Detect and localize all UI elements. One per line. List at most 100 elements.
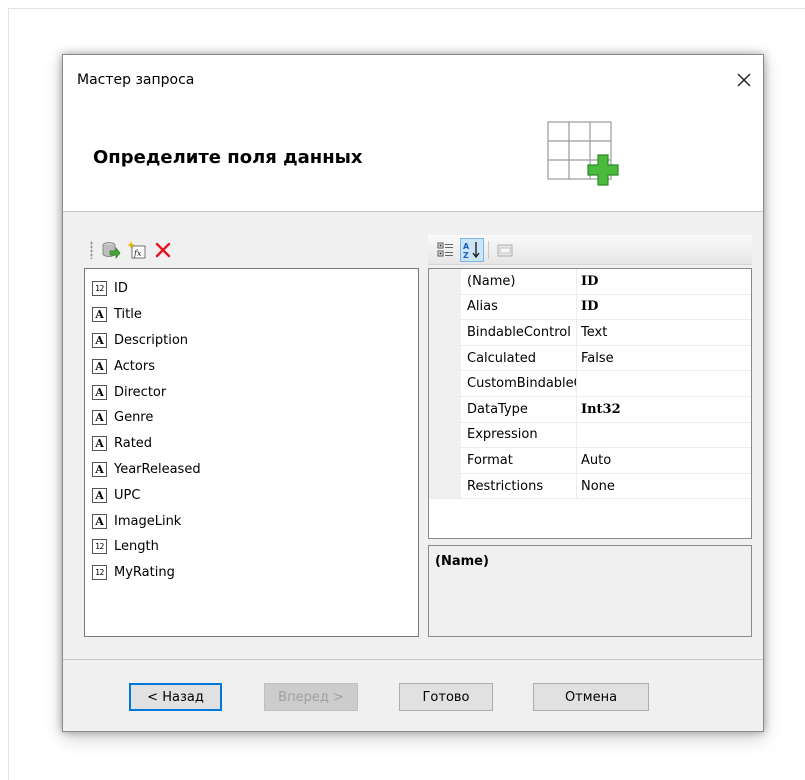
- property-value[interactable]: Auto: [577, 448, 751, 473]
- text-type-icon: A: [92, 358, 107, 374]
- property-row[interactable]: (Name) ID: [429, 269, 751, 295]
- back-button[interactable]: < Назад: [129, 683, 222, 711]
- add-field-button[interactable]: [99, 238, 123, 262]
- svg-text:fx: fx: [133, 249, 142, 258]
- table-add-icon: [547, 121, 619, 186]
- property-name: (Name): [461, 269, 577, 294]
- text-type-icon: A: [92, 410, 107, 426]
- categorized-button[interactable]: [434, 238, 458, 262]
- property-value[interactable]: Text: [577, 320, 751, 345]
- property-value[interactable]: ID: [577, 269, 751, 294]
- property-pages-icon: [497, 244, 513, 256]
- numeric-type-icon: 12: [92, 281, 107, 297]
- text-type-icon: A: [92, 436, 107, 452]
- property-row[interactable]: BindableControl Text: [429, 320, 751, 346]
- field-name: Genre: [114, 410, 154, 426]
- list-item[interactable]: A Rated: [85, 431, 418, 457]
- property-name: Calculated: [461, 345, 577, 371]
- add-calculated-field-button[interactable]: fx: [125, 238, 149, 262]
- property-value[interactable]: [577, 423, 751, 448]
- property-grid[interactable]: (Name) ID Alias ID BindableControl Text Calcul…: [428, 268, 752, 539]
- property-name: Restrictions: [461, 473, 577, 499]
- text-type-icon: A: [92, 513, 107, 529]
- property-value[interactable]: [577, 371, 751, 396]
- field-name: Actors: [114, 358, 155, 374]
- toolbar-grip: [90, 241, 93, 259]
- list-item[interactable]: A UPC: [85, 482, 418, 508]
- property-row[interactable]: Alias ID: [429, 294, 751, 321]
- property-value[interactable]: ID: [577, 295, 751, 320]
- property-row-gutter: [429, 320, 461, 345]
- list-item[interactable]: A ImageLink: [85, 508, 418, 534]
- text-type-icon: A: [92, 487, 107, 503]
- property-row-gutter: [429, 345, 461, 371]
- list-item[interactable]: A Description: [85, 328, 418, 354]
- property-row-gutter: [429, 371, 461, 396]
- property-description-pane: (Name): [428, 545, 752, 637]
- text-type-icon: A: [92, 332, 107, 348]
- property-name: DataType: [461, 396, 577, 422]
- numeric-type-icon: 12: [92, 539, 107, 555]
- property-name: Format: [461, 448, 577, 473]
- alphabetical-sort-icon: A Z: [463, 241, 480, 260]
- alphabetical-button[interactable]: A Z: [460, 237, 484, 262]
- numeric-type-icon: 12: [92, 565, 107, 581]
- dialog-title: Мастер запроса: [77, 72, 195, 88]
- field-name: Title: [114, 307, 142, 323]
- svg-text:A: A: [463, 242, 470, 251]
- property-name: CustomBindableControl: [461, 371, 577, 396]
- field-name: Description: [114, 332, 189, 348]
- text-type-icon: A: [92, 384, 107, 400]
- add-calculated-field-icon: fx: [127, 241, 146, 259]
- field-name: Length: [114, 539, 159, 555]
- property-value[interactable]: None: [577, 474, 751, 499]
- cancel-button[interactable]: Отмена: [533, 683, 649, 711]
- text-type-icon: A: [92, 307, 107, 323]
- field-name: ImageLink: [114, 513, 182, 529]
- property-pages-button[interactable]: [493, 238, 517, 262]
- property-value[interactable]: False: [577, 346, 751, 371]
- property-row-gutter: [429, 269, 461, 294]
- property-grid-toolbar: A Z: [428, 235, 752, 265]
- property-row-gutter: [429, 473, 461, 499]
- property-row[interactable]: DataType Int32: [429, 396, 751, 423]
- property-row[interactable]: Expression: [429, 422, 751, 449]
- close-icon: [737, 73, 751, 87]
- delete-field-button[interactable]: [151, 238, 175, 262]
- close-button[interactable]: [731, 67, 757, 93]
- list-item[interactable]: A Title: [85, 302, 418, 328]
- query-wizard-dialog: Мастер запроса Определите поля данных fx…: [62, 54, 764, 732]
- field-name: Director: [114, 384, 167, 400]
- property-row[interactable]: Format Auto: [429, 448, 751, 474]
- list-item[interactable]: A Actors: [85, 353, 418, 379]
- list-item[interactable]: 12 Length: [85, 534, 418, 560]
- toolbar-separator: [488, 240, 489, 259]
- field-name: MyRating: [114, 565, 175, 581]
- text-type-icon: A: [92, 461, 107, 477]
- page-title: Определите поля данных: [93, 147, 363, 168]
- svg-text:Z: Z: [463, 251, 469, 260]
- add-field-icon: [102, 242, 121, 259]
- property-name: Expression: [461, 422, 577, 448]
- property-row[interactable]: CustomBindableControl: [429, 371, 751, 397]
- property-description-title: (Name): [435, 554, 489, 569]
- field-name: YearReleased: [114, 461, 201, 477]
- list-item[interactable]: A YearReleased: [85, 457, 418, 483]
- property-name: Alias: [461, 294, 577, 320]
- list-item[interactable]: A Genre: [85, 405, 418, 431]
- property-row-gutter: [429, 422, 461, 448]
- property-row-gutter: [429, 396, 461, 422]
- property-row[interactable]: Calculated False: [429, 345, 751, 372]
- field-name: Rated: [114, 436, 153, 452]
- property-name: BindableControl: [461, 320, 577, 345]
- fields-list[interactable]: 12 ID A Title A Description A Actors A Director A G…: [84, 268, 419, 637]
- property-row-gutter: [429, 448, 461, 473]
- list-item[interactable]: A Director: [85, 379, 418, 405]
- list-item[interactable]: 12 ID: [85, 276, 418, 302]
- property-value[interactable]: Int32: [577, 397, 751, 422]
- fields-toolbar: fx: [84, 235, 418, 265]
- property-row[interactable]: Restrictions None: [429, 473, 751, 500]
- next-button[interactable]: Вперед >: [264, 683, 358, 711]
- list-item[interactable]: 12 MyRating: [85, 560, 418, 586]
- finish-button[interactable]: Готово: [399, 683, 493, 711]
